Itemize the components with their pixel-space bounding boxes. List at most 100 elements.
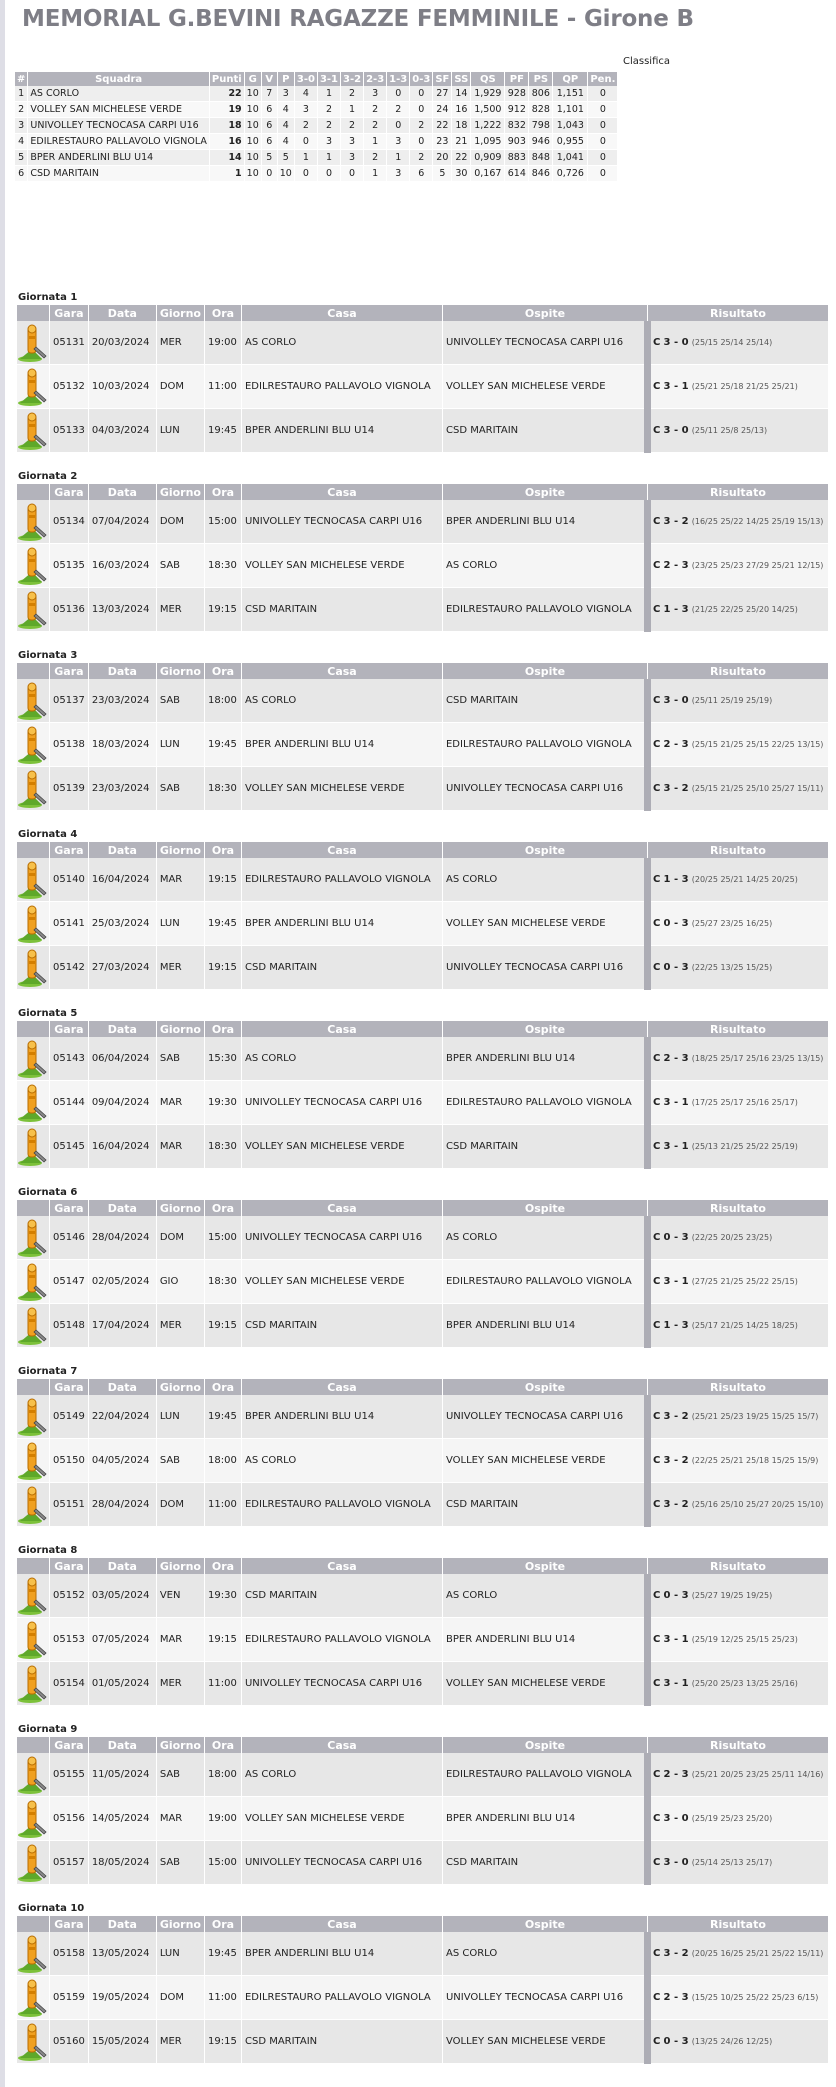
match-home-team: CSD MARITAIN <box>241 1303 443 1348</box>
match-gara: 05157 <box>49 1840 89 1885</box>
referee-whistle-icon[interactable] <box>17 681 49 721</box>
match-detail-link[interactable] <box>17 1438 50 1483</box>
referee-whistle-icon[interactable] <box>17 1127 49 1167</box>
match-detail-link[interactable] <box>17 1617 50 1662</box>
match-detail-link[interactable] <box>17 364 50 409</box>
referee-whistle-icon[interactable] <box>17 1620 49 1660</box>
match-detail-link[interactable] <box>17 1661 50 1706</box>
standings-cell: 0,955 <box>552 133 589 150</box>
match-detail-link[interactable] <box>17 1796 50 1841</box>
referee-whistle-icon[interactable] <box>17 1083 49 1123</box>
match-row: 05131 20/03/2024 MER 19:00 AS CORLO UNIVOLLEY… <box>17 321 829 365</box>
standings-cell: 2 <box>363 149 388 166</box>
matches-header-cell: Risultato <box>647 1737 829 1753</box>
referee-whistle-icon[interactable] <box>17 1755 49 1795</box>
match-detail-link[interactable] <box>17 1080 50 1125</box>
matches-table: Gara Data Giorno Ora Casa Ospite Risultato 0514… <box>17 1379 829 1527</box>
match-time: 19:15 <box>204 2019 242 2064</box>
result-sets: (25/13 21/25 25/22 25/19) <box>691 1142 798 1151</box>
match-home-team: AS CORLO <box>241 321 443 365</box>
match-detail-link[interactable] <box>17 1482 50 1527</box>
match-detail-link[interactable] <box>17 408 50 453</box>
referee-whistle-icon[interactable] <box>17 502 49 542</box>
referee-whistle-icon[interactable] <box>17 1485 49 1525</box>
referee-whistle-icon[interactable] <box>17 1799 49 1839</box>
matches-header-cell <box>17 1916 50 1932</box>
match-detail-link[interactable] <box>17 1303 50 1348</box>
referee-whistle-icon[interactable] <box>17 1218 49 1258</box>
match-detail-link[interactable] <box>17 901 50 946</box>
referee-whistle-icon[interactable] <box>17 590 49 630</box>
result-prefix: C <box>652 1276 661 1287</box>
match-detail-link[interactable] <box>17 1840 50 1885</box>
match-detail-link[interactable] <box>17 1259 50 1304</box>
result-score: 3 - 1 <box>663 381 689 392</box>
match-detail-link[interactable] <box>17 1753 50 1797</box>
match-detail-link[interactable] <box>17 500 50 544</box>
match-detail-link[interactable] <box>17 1395 50 1439</box>
standings-cell: 1,500 <box>470 101 506 118</box>
match-detail-link[interactable] <box>17 1975 50 2020</box>
standings-cell: 22 <box>432 117 453 134</box>
standings-cell: 5 <box>277 149 295 166</box>
referee-whistle-icon[interactable] <box>17 1576 49 1616</box>
match-away-team: BPER ANDERLINI BLU U14 <box>442 1617 648 1662</box>
matches-header-cell: Risultato <box>647 1558 829 1574</box>
referee-whistle-icon[interactable] <box>17 1664 49 1704</box>
match-detail-link[interactable] <box>17 2019 50 2064</box>
match-detail-link[interactable] <box>17 1574 50 1618</box>
referee-whistle-icon[interactable] <box>17 725 49 765</box>
match-away-team: EDILRESTAURO PALLAVOLO VIGNOLA <box>442 1259 648 1304</box>
match-day: GIO <box>156 1259 205 1304</box>
match-detail-link[interactable] <box>17 858 50 902</box>
result-prefix: C <box>652 1097 661 1108</box>
match-detail-link[interactable] <box>17 1216 50 1260</box>
matches-header-cell: Ospite <box>442 1916 648 1932</box>
match-row: 05139 23/03/2024 SAB 18:30 VOLLEY SAN MICHEL… <box>17 766 829 811</box>
match-detail-link[interactable] <box>17 679 50 723</box>
match-detail-link[interactable] <box>17 1932 50 1976</box>
referee-whistle-icon[interactable] <box>17 1306 49 1346</box>
referee-whistle-icon[interactable] <box>17 367 49 407</box>
match-result: C 2 - 3 (23/25 25/23 27/29 25/21 12/15) <box>643 543 829 588</box>
match-gara: 05145 <box>49 1124 89 1169</box>
matches-header-cell: Giorno <box>156 663 205 679</box>
referee-whistle-icon[interactable] <box>17 1441 49 1481</box>
referee-whistle-icon[interactable] <box>17 323 49 363</box>
match-detail-link[interactable] <box>17 543 50 588</box>
referee-whistle-icon[interactable] <box>17 411 49 451</box>
referee-whistle-icon[interactable] <box>17 948 49 988</box>
match-away-team: UNIVOLLEY TECNOCASA CARPI U16 <box>442 1975 648 2020</box>
match-gara: 05142 <box>49 945 89 990</box>
referee-whistle-icon[interactable] <box>17 1397 49 1437</box>
match-date: 16/04/2024 <box>88 858 157 902</box>
match-detail-link[interactable] <box>17 766 50 811</box>
referee-whistle-icon[interactable] <box>17 1262 49 1302</box>
matches-header-cell <box>17 1737 50 1753</box>
match-detail-link[interactable] <box>17 587 50 632</box>
referee-whistle-icon[interactable] <box>17 2022 49 2062</box>
standings-cell: 1,151 <box>552 86 589 102</box>
match-detail-link[interactable] <box>17 722 50 767</box>
match-detail-link[interactable] <box>17 321 50 365</box>
match-detail-link[interactable] <box>17 1037 50 1081</box>
match-home-team: AS CORLO <box>241 1037 443 1081</box>
match-time: 19:15 <box>204 1303 242 1348</box>
match-detail-link[interactable] <box>17 945 50 990</box>
referee-whistle-icon[interactable] <box>17 546 49 586</box>
match-time: 11:00 <box>204 364 242 409</box>
referee-whistle-icon[interactable] <box>17 1843 49 1883</box>
referee-whistle-icon[interactable] <box>17 904 49 944</box>
referee-whistle-icon[interactable] <box>17 1039 49 1079</box>
referee-whistle-icon[interactable] <box>17 1978 49 2018</box>
standings-team-name: UNIVOLLEY TECNOCASA CARPI U16 <box>27 117 210 134</box>
referee-whistle-icon[interactable] <box>17 1934 49 1974</box>
referee-whistle-icon[interactable] <box>17 860 49 900</box>
match-result: C 3 - 1 (25/21 25/18 21/25 25/21) <box>643 364 829 409</box>
referee-whistle-icon[interactable] <box>17 769 49 809</box>
match-row: 05153 07/05/2024 MAR 19:15 EDILRESTAURO PALL… <box>17 1617 829 1662</box>
match-date: 16/04/2024 <box>88 1124 157 1169</box>
standings-cell: 0 <box>587 165 619 182</box>
result-prefix: C <box>652 1053 661 1064</box>
match-detail-link[interactable] <box>17 1124 50 1169</box>
